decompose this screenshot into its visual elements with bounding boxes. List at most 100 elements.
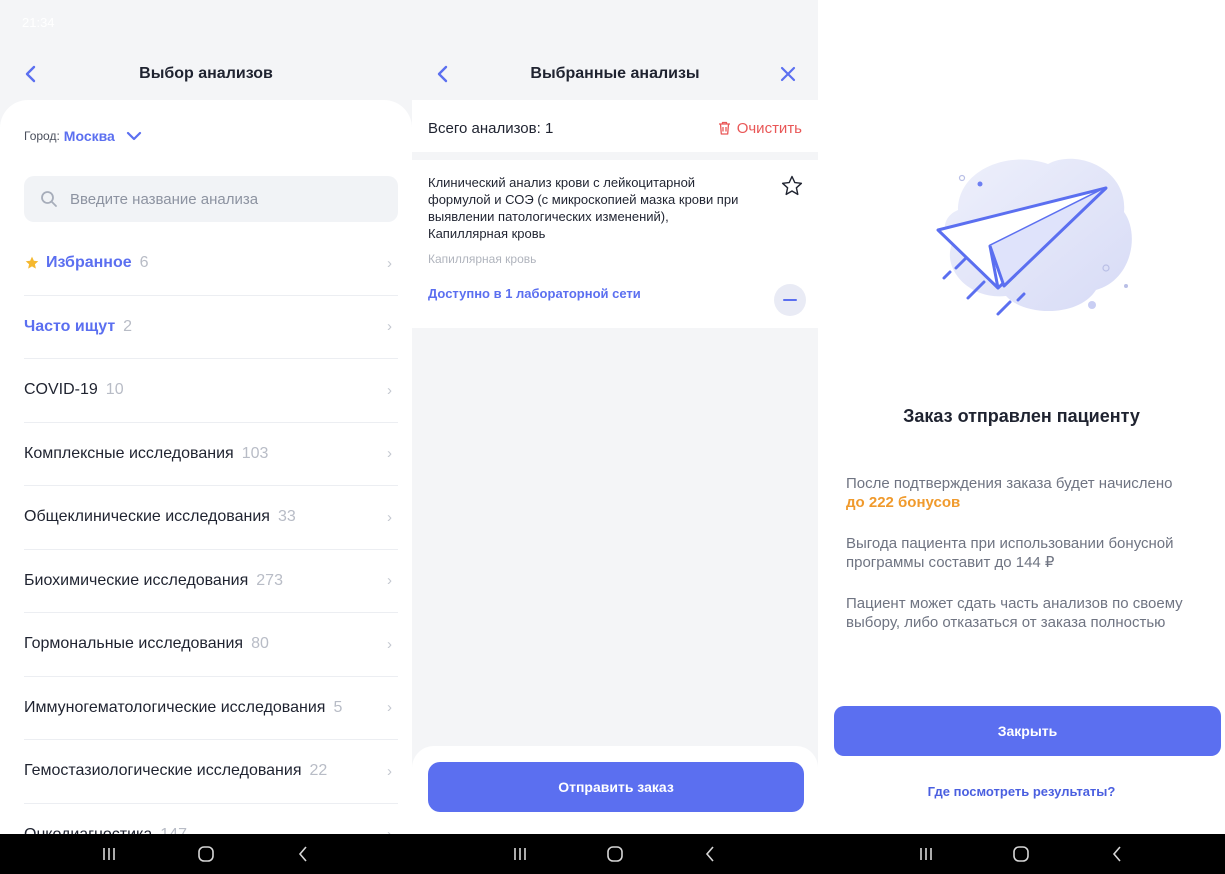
test-availability[interactable]: Доступно в 1 лабораторной сети — [428, 286, 802, 301]
category-item[interactable]: Избранное 6 › — [24, 232, 398, 296]
minus-icon — [783, 299, 797, 301]
category-label-group: Биохимические исследования 273 — [24, 572, 283, 590]
close-button[interactable] — [774, 60, 802, 88]
category-item[interactable]: Биохимические исследования 273 › — [24, 550, 398, 613]
category-item[interactable]: Гормональные исследования 80 › — [24, 613, 398, 677]
clear-label: Очистить — [736, 119, 802, 137]
category-item[interactable]: Онкодиагностика 147 › — [24, 804, 398, 834]
total-bar: Всего анализов: 1 Очистить — [428, 106, 802, 150]
star-filled-icon — [25, 256, 39, 269]
remove-test-button[interactable] — [774, 284, 806, 316]
category-count: 103 — [241, 444, 269, 462]
status-bar: 21:34 — [22, 10, 390, 34]
category-name: Избранное — [46, 254, 132, 272]
back-button[interactable] — [428, 60, 456, 88]
category-item[interactable]: Иммуногематологические исследования 5 › — [24, 677, 398, 740]
bottom-action-area: Отправить заказ — [412, 746, 818, 834]
chevron-down-icon — [126, 131, 141, 141]
back-icon — [706, 846, 714, 862]
chevron-right-icon: › — [387, 445, 392, 463]
paper-plane-illustration — [936, 158, 1132, 316]
patient-choice-text: Пациент может сдать часть анализов по св… — [846, 595, 1183, 631]
category-name: Гемостазиологические исследования — [24, 762, 302, 780]
test-subtitle: Капиллярная кровь — [428, 252, 537, 266]
nav-back-button[interactable] — [690, 839, 730, 869]
home-button[interactable] — [595, 839, 635, 869]
nav-back-button[interactable] — [283, 839, 323, 869]
category-item[interactable]: Часто ищут 2 › — [24, 296, 398, 359]
chevron-right-icon: › — [387, 826, 392, 834]
close-icon — [780, 66, 796, 82]
category-list: Избранное 6 › Часто ищут 2 › COVID-19 10 › Компле… — [24, 232, 398, 834]
send-order-button[interactable]: Отправить заказ — [428, 762, 804, 812]
trash-icon — [718, 121, 730, 135]
category-name: COVID-19 — [24, 381, 98, 399]
city-selector[interactable]: Город: Москва — [24, 128, 143, 144]
content-panel: Город: Москва Избранное6›Часто ищут2›COV… — [0, 100, 412, 834]
search-input[interactable] — [70, 190, 370, 208]
chevron-right-icon: › — [387, 508, 392, 526]
category-count: 147 — [160, 826, 187, 834]
clear-button[interactable]: Очистить — [718, 120, 802, 137]
home-button[interactable] — [186, 839, 226, 869]
category-label-group: Часто ищут 2 — [24, 318, 132, 336]
category-name: Часто ищут — [24, 317, 116, 335]
category-item[interactable]: COVID-19 10 › — [24, 359, 398, 423]
selected-test-card: Клинический анализ крови с лейкоцитарной… — [412, 160, 818, 328]
home-icon — [198, 846, 214, 862]
bonus-info: После подтверждения заказа будет начисле… — [846, 474, 1215, 512]
category-label-group: Общеклинические исследования 33 — [24, 508, 296, 526]
recents-button[interactable] — [500, 839, 540, 869]
category-count: 10 — [105, 381, 124, 399]
category-label-group: COVID-19 10 — [24, 381, 124, 399]
home-button[interactable] — [1001, 839, 1041, 869]
category-name: Биохимические исследования — [24, 571, 249, 589]
close-button[interactable]: Закрыть — [834, 706, 1221, 756]
nav-back-button[interactable] — [1097, 839, 1137, 869]
search-box[interactable] — [24, 176, 398, 222]
recents-icon — [920, 848, 932, 860]
chevron-right-icon: › — [387, 381, 392, 399]
favorite-button[interactable] — [780, 174, 804, 198]
category-name: Гормональные исследования — [24, 635, 244, 653]
bonus-text: После подтверждения заказа будет начисле… — [846, 475, 1173, 492]
chevron-right-icon: › — [387, 318, 392, 336]
results-link[interactable]: Где посмотреть результаты? — [818, 784, 1225, 799]
category-count: 5 — [333, 698, 343, 716]
category-label-group: Онкодиагностика 147 — [24, 826, 187, 834]
chevron-left-icon — [437, 65, 448, 83]
page-title: Выбор анализов — [139, 65, 273, 82]
recents-button[interactable] — [89, 839, 129, 869]
star-outline-icon — [781, 175, 803, 196]
category-count: 6 — [139, 254, 149, 272]
recents-icon — [513, 848, 526, 860]
chevron-right-icon: › — [387, 762, 392, 780]
header: Выбор анализов — [0, 56, 412, 92]
recents-button[interactable] — [906, 839, 946, 869]
category-name: Онкодиагностика — [24, 826, 152, 834]
search-icon — [41, 191, 57, 207]
chevron-right-icon: › — [387, 254, 392, 272]
category-count: 80 — [251, 635, 269, 653]
screen-order-sent: Заказ отправлен пациенту После подтвержд… — [818, 0, 1225, 874]
home-icon — [1013, 846, 1030, 862]
category-item[interactable]: Комплексные исследования 103 › — [24, 423, 398, 486]
city-label: Город: — [24, 129, 60, 143]
total-count: Всего анализов: 1 — [428, 119, 554, 137]
category-count: 273 — [256, 571, 283, 589]
recents-icon — [102, 848, 115, 860]
category-name: Комплексные исследования — [24, 444, 234, 462]
chevron-right-icon: › — [387, 572, 392, 590]
category-label-group: Избранное 6 — [24, 254, 149, 272]
category-item[interactable]: Общеклинические исследования 33 › — [24, 486, 398, 550]
screen-test-selection: 21:34 Выбор анализов Город: Москва Избра… — [0, 0, 412, 874]
back-button[interactable] — [16, 60, 44, 88]
category-label-group: Комплексные исследования 103 — [24, 445, 268, 463]
category-count: 22 — [309, 762, 328, 780]
page-title: Выбранные анализы — [530, 65, 700, 82]
category-item[interactable]: Гемостазиологические исследования 22 › — [24, 740, 398, 804]
android-nav-bar — [0, 834, 412, 874]
category-count: 2 — [123, 317, 133, 335]
category-label-group: Иммуногематологические исследования 5 — [24, 699, 342, 717]
back-icon — [299, 846, 307, 862]
